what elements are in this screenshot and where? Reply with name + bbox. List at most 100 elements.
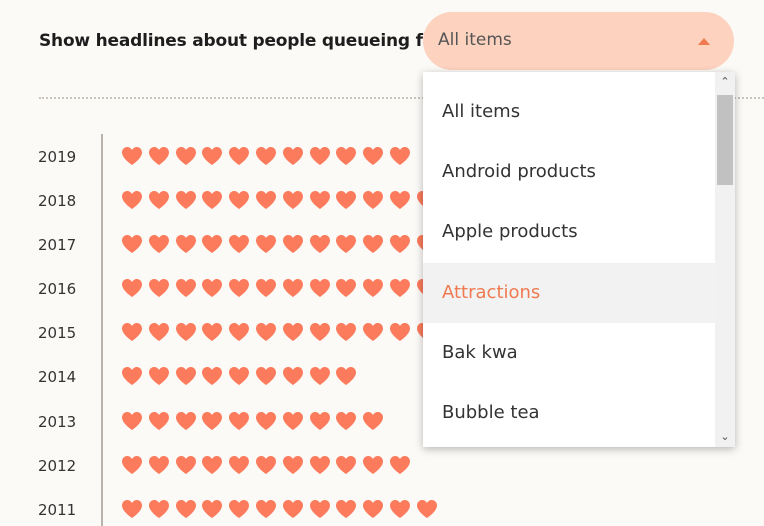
chevron-up-icon[interactable]: ⌃: [715, 74, 735, 90]
category-dropdown[interactable]: All items Android products Apple product…: [423, 72, 735, 447]
heart-icon[interactable]: [362, 146, 384, 166]
heart-icon[interactable]: [362, 455, 384, 475]
heart-icon[interactable]: [121, 411, 143, 431]
heart-icon[interactable]: [175, 455, 197, 475]
heart-icon[interactable]: [175, 278, 197, 298]
heart-icon[interactable]: [309, 278, 331, 298]
heart-icon[interactable]: [148, 366, 170, 386]
heart-icon[interactable]: [282, 499, 304, 519]
heart-icon[interactable]: [389, 322, 411, 342]
heart-icon[interactable]: [228, 455, 250, 475]
heart-icon[interactable]: [282, 278, 304, 298]
heart-icon[interactable]: [121, 278, 143, 298]
chevron-down-icon[interactable]: ⌄: [715, 429, 735, 445]
heart-icon[interactable]: [228, 146, 250, 166]
heart-icon[interactable]: [282, 190, 304, 210]
heart-icon[interactable]: [255, 322, 277, 342]
heart-icon[interactable]: [228, 366, 250, 386]
heart-icon[interactable]: [255, 411, 277, 431]
heart-icon[interactable]: [228, 411, 250, 431]
heart-icon[interactable]: [175, 146, 197, 166]
heart-icon[interactable]: [335, 234, 357, 254]
heart-icon[interactable]: [228, 499, 250, 519]
heart-icon[interactable]: [148, 499, 170, 519]
heart-icon[interactable]: [255, 278, 277, 298]
heart-icon[interactable]: [255, 455, 277, 475]
heart-icon[interactable]: [255, 234, 277, 254]
heart-icon[interactable]: [255, 499, 277, 519]
heart-icon[interactable]: [148, 146, 170, 166]
scroll-thumb[interactable]: [717, 95, 733, 185]
heart-icon[interactable]: [121, 146, 143, 166]
heart-icon[interactable]: [282, 366, 304, 386]
heart-icon[interactable]: [175, 322, 197, 342]
heart-icon[interactable]: [335, 411, 357, 431]
heart-icon[interactable]: [282, 234, 304, 254]
heart-icon[interactable]: [309, 455, 331, 475]
heart-icon[interactable]: [175, 499, 197, 519]
heart-icon[interactable]: [282, 411, 304, 431]
heart-icon[interactable]: [309, 190, 331, 210]
heart-icon[interactable]: [175, 366, 197, 386]
heart-icon[interactable]: [362, 278, 384, 298]
heart-icon[interactable]: [201, 190, 223, 210]
heart-icon[interactable]: [148, 411, 170, 431]
heart-icon[interactable]: [148, 455, 170, 475]
heart-icon[interactable]: [121, 499, 143, 519]
option-android-products[interactable]: Android products: [423, 142, 715, 202]
heart-icon[interactable]: [121, 322, 143, 342]
heart-icon[interactable]: [335, 278, 357, 298]
heart-icon[interactable]: [335, 499, 357, 519]
heart-icon[interactable]: [282, 146, 304, 166]
heart-icon[interactable]: [228, 190, 250, 210]
heart-icon[interactable]: [335, 366, 357, 386]
option-apple-products[interactable]: Apple products: [423, 202, 715, 262]
heart-icon[interactable]: [389, 499, 411, 519]
heart-icon[interactable]: [121, 234, 143, 254]
heart-icon[interactable]: [335, 146, 357, 166]
heart-icon[interactable]: [175, 190, 197, 210]
heart-icon[interactable]: [282, 455, 304, 475]
heart-icon[interactable]: [309, 366, 331, 386]
heart-icon[interactable]: [175, 411, 197, 431]
heart-icon[interactable]: [309, 322, 331, 342]
heart-icon[interactable]: [389, 455, 411, 475]
option-bubble-tea[interactable]: Bubble tea: [423, 383, 715, 443]
dropdown-scrollbar[interactable]: ⌃ ⌄: [715, 72, 735, 447]
heart-icon[interactable]: [255, 146, 277, 166]
option-all-items[interactable]: All items: [423, 82, 715, 142]
heart-icon[interactable]: [201, 366, 223, 386]
heart-icon[interactable]: [121, 455, 143, 475]
heart-icon[interactable]: [201, 499, 223, 519]
heart-icon[interactable]: [309, 234, 331, 254]
heart-icon[interactable]: [335, 190, 357, 210]
heart-icon[interactable]: [362, 190, 384, 210]
heart-icon[interactable]: [201, 278, 223, 298]
heart-icon[interactable]: [121, 366, 143, 386]
heart-icon[interactable]: [282, 322, 304, 342]
heart-icon[interactable]: [362, 322, 384, 342]
option-bak-kwa[interactable]: Bak kwa: [423, 323, 715, 383]
heart-icon[interactable]: [175, 234, 197, 254]
heart-icon[interactable]: [201, 234, 223, 254]
heart-icon[interactable]: [148, 278, 170, 298]
heart-icon[interactable]: [362, 499, 384, 519]
heart-icon[interactable]: [228, 322, 250, 342]
heart-icon[interactable]: [148, 190, 170, 210]
category-select[interactable]: All items: [423, 12, 734, 70]
heart-icon[interactable]: [255, 190, 277, 210]
heart-icon[interactable]: [255, 366, 277, 386]
heart-icon[interactable]: [362, 234, 384, 254]
heart-icon[interactable]: [309, 499, 331, 519]
heart-icon[interactable]: [228, 234, 250, 254]
heart-icon[interactable]: [201, 455, 223, 475]
heart-icon[interactable]: [335, 322, 357, 342]
heart-icon[interactable]: [121, 190, 143, 210]
heart-icon[interactable]: [416, 499, 438, 519]
heart-icon[interactable]: [148, 322, 170, 342]
heart-icon[interactable]: [201, 146, 223, 166]
heart-icon[interactable]: [201, 411, 223, 431]
heart-icon[interactable]: [201, 322, 223, 342]
heart-icon[interactable]: [309, 146, 331, 166]
heart-icon[interactable]: [389, 278, 411, 298]
